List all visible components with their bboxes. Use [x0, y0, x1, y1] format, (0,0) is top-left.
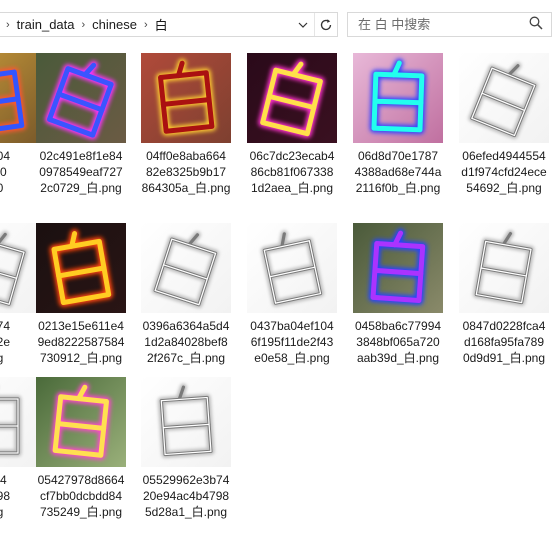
file-explorer-window: › train_data › chinese › 白 在 白 中搜索 4 0 0… — [0, 0, 552, 535]
file-name-label: 0396a6364a5d4 1d2a84028bef8 2f267c_白.png — [142, 319, 230, 365]
navigation-bar: › train_data › chinese › 白 — [0, 0, 552, 46]
image-thumbnail[interactable] — [0, 377, 40, 467]
bai-character-image — [247, 223, 337, 313]
search-icon[interactable] — [529, 16, 543, 33]
image-thumbnail[interactable] — [459, 223, 549, 313]
chevron-right-icon: › — [143, 18, 148, 31]
bai-character-image — [0, 53, 40, 143]
file-name-label: 06c7dc23ecab4 86cb81f067338 1d2aea_白.png — [249, 149, 335, 195]
bai-character-image — [459, 223, 549, 313]
image-thumbnail[interactable] — [36, 377, 126, 467]
bai-character-image — [36, 223, 126, 313]
breadcrumb-chinese[interactable]: chinese — [92, 17, 137, 32]
file-name-label: 05427978d8664 cf7bb0dcbdd84 735249_白.png — [37, 473, 125, 519]
image-thumbnail[interactable] — [247, 53, 337, 143]
bai-character-image — [36, 53, 126, 143]
bai-character-image — [141, 223, 231, 313]
breadcrumb-train-data[interactable]: train_data — [17, 17, 75, 32]
chevron-right-icon: › — [81, 18, 86, 31]
bai-character-image — [459, 53, 549, 143]
bai-character-image — [247, 53, 337, 143]
file-name-label: 0458ba6c77994 3848bf065a720 aab39d_白.png — [354, 319, 442, 365]
file-name-label: 06efed4944554 d1f974cfd24ece 54692_白.png — [461, 149, 547, 195]
file-name-label: 0213e15e611e4 9ed8222587584 730912_白.png — [37, 319, 125, 365]
image-thumbnail[interactable] — [247, 223, 337, 313]
chevron-right-icon: › — [6, 18, 10, 31]
image-thumbnail[interactable] — [0, 223, 40, 313]
file-name-label: 02c491e8f1e84 0978549eaf727 2c0729_白.png — [39, 149, 123, 195]
bai-character-image — [353, 223, 443, 313]
image-thumbnail[interactable] — [353, 53, 443, 143]
file-name-label: 0847d0228fca4 d168fa95fa789 0d9d91_白.png — [462, 319, 546, 365]
image-thumbnail[interactable] — [36, 223, 126, 313]
search-box[interactable] — [347, 12, 552, 37]
bai-character-image — [36, 377, 126, 467]
file-name-label: 06d8d70e1787 4388ad68e744a 2116f0b_白.png — [354, 149, 442, 195]
image-thumbnail[interactable] — [141, 53, 231, 143]
bai-character-image — [141, 377, 231, 467]
refresh-icon[interactable] — [314, 13, 337, 36]
file-grid: ...104...b0...0 02c491e8f1 — [0, 50, 552, 535]
history-dropdown-icon[interactable] — [292, 13, 314, 36]
bai-character-image — [141, 53, 231, 143]
file-name-label: 05529962e3b74 20e94ac4b4798 5d28a1_白.png — [142, 473, 230, 519]
bai-character-image — [353, 53, 443, 143]
address-bar[interactable]: › train_data › chinese › 白 — [0, 12, 338, 37]
image-thumbnail[interactable] — [353, 223, 443, 313]
bai-character-image — [0, 223, 40, 313]
image-thumbnail[interactable] — [141, 223, 231, 313]
image-thumbnail[interactable] — [0, 53, 40, 143]
image-thumbnail[interactable] — [459, 53, 549, 143]
file-name-label: 04ff0e8aba664 82e8325b9b17 864305a_白.png — [141, 149, 231, 195]
file-name-label: 0437ba04ef104 6f195f11de2f43 e0e58_白.png — [250, 319, 334, 365]
image-thumbnail[interactable] — [141, 377, 231, 467]
image-thumbnail[interactable] — [36, 53, 126, 143]
breadcrumb-current-folder[interactable]: 白 — [155, 15, 168, 34]
search-input[interactable] — [358, 17, 508, 32]
bai-character-image — [0, 377, 40, 467]
